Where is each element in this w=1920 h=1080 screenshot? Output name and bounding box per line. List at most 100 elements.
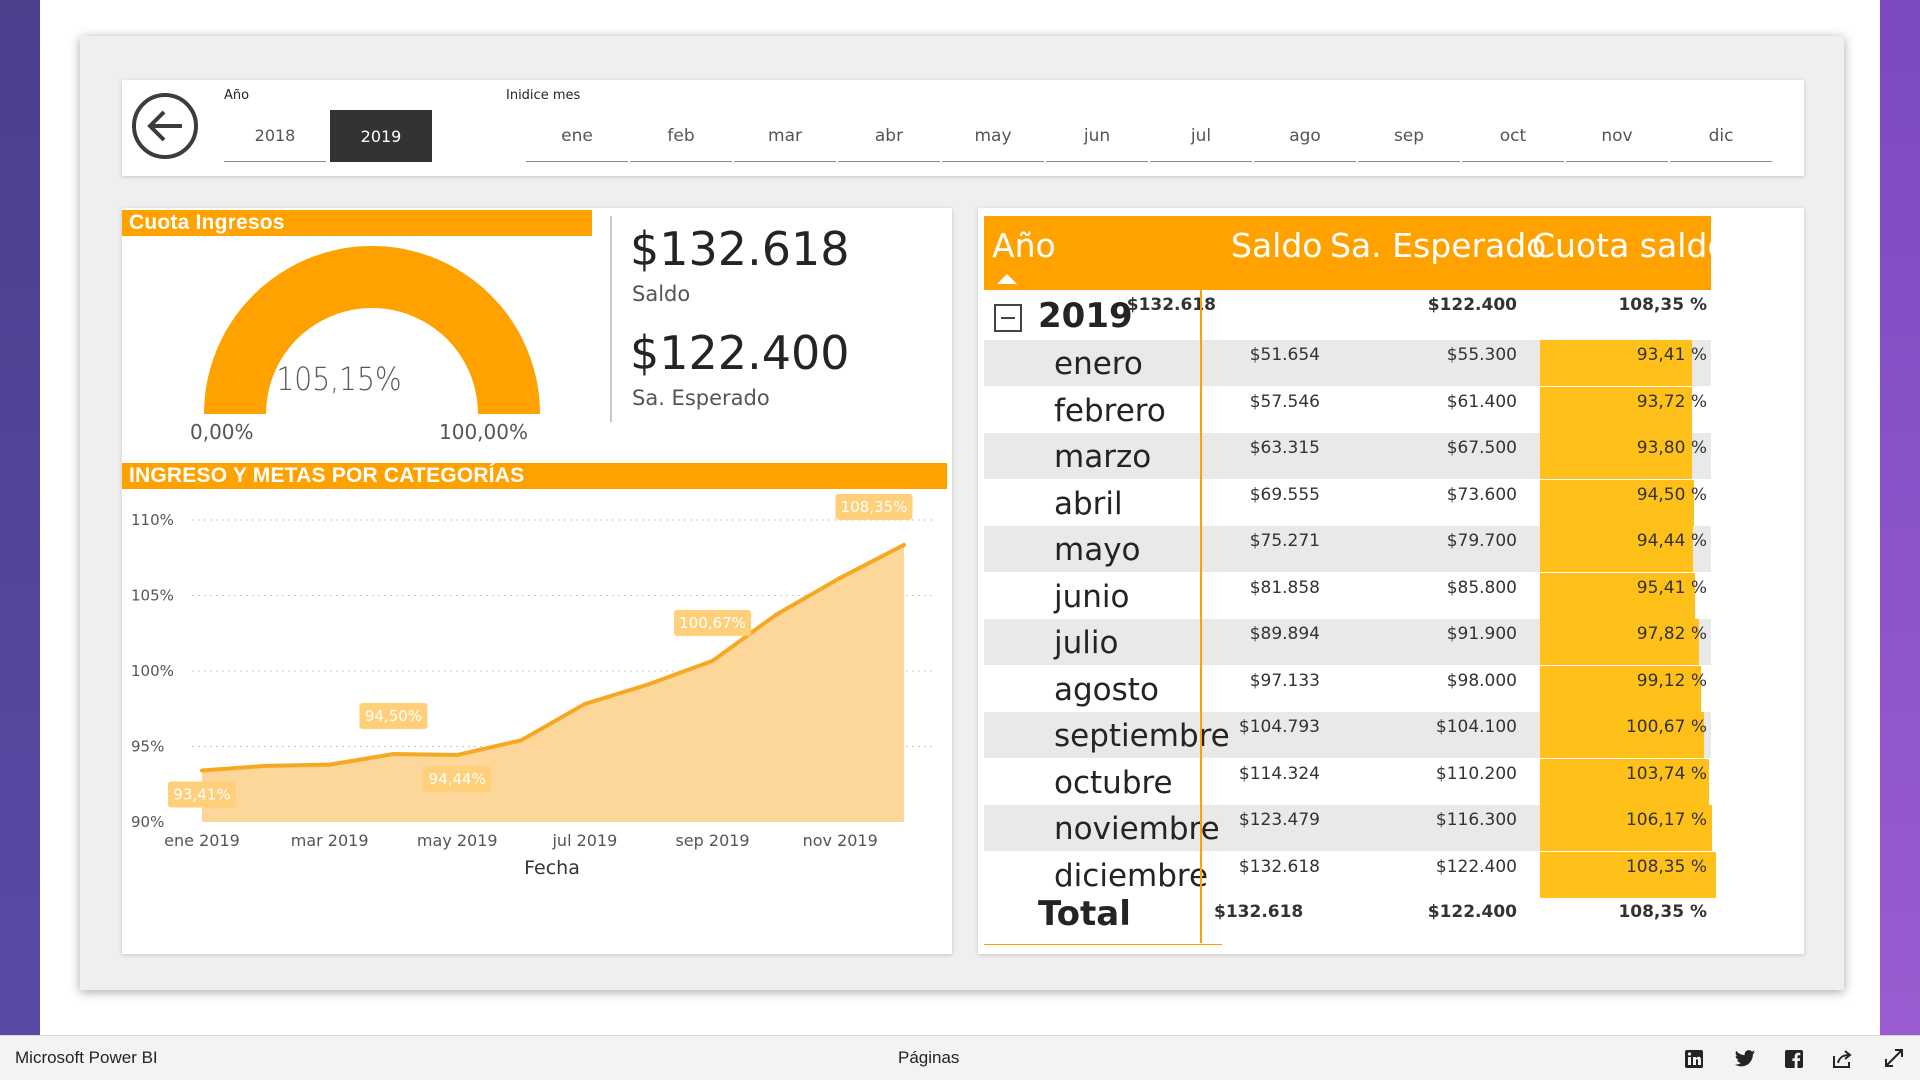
gauge	[182, 246, 562, 430]
month-label: junio	[1054, 578, 1130, 615]
esperado-cell: $73.600	[1446, 484, 1517, 505]
header-ano[interactable]: Año	[992, 226, 1056, 265]
year-option-2019[interactable]: 2019	[330, 110, 432, 162]
pages-button[interactable]: Páginas	[898, 1048, 959, 1068]
year-row-label: 2019	[1038, 296, 1133, 336]
esperado-cell: $79.700	[1446, 531, 1517, 551]
y-tick-label: 105%	[131, 587, 174, 605]
header-saldo[interactable]: Saldo	[1231, 226, 1322, 265]
x-tick-label: may 2019	[417, 831, 498, 850]
cuota-cell: 93,80 %	[1636, 438, 1707, 458]
y-tick-label: 90%	[131, 813, 164, 831]
y-tick-label: 95%	[131, 738, 164, 756]
month-label: febrero	[1054, 392, 1166, 429]
matrix-row-mayo: mayo $75.271 $79.700 94,44 %	[984, 526, 1711, 572]
matrix-divider	[1200, 290, 1202, 943]
saldo-cell: $69.555	[1249, 484, 1320, 505]
total-row-label: Total	[1038, 894, 1131, 934]
month-option-sep[interactable]: sep	[1358, 110, 1460, 162]
total-row-cuota: 108,35 %	[1618, 902, 1707, 922]
matrix-row-noviembre: noviembre $123.479 $116.300 106,17 %	[984, 805, 1713, 851]
matrix-row-marzo: marzo $63.315 $67.500 93,80 %	[984, 433, 1711, 479]
month-option-feb[interactable]: feb	[630, 110, 732, 162]
esperado-cell: $98.000	[1446, 670, 1517, 691]
month-label: octubre	[1054, 764, 1173, 801]
month-label: abril	[1054, 485, 1123, 522]
month-option-ene[interactable]: ene	[526, 110, 628, 162]
esperado-cell: $85.800	[1446, 577, 1517, 598]
esperado-cell: $104.100	[1435, 717, 1517, 737]
cuota-cell: 108,35 %	[1625, 856, 1707, 877]
month-option-may[interactable]: may	[942, 110, 1044, 162]
matrix-row-enero: enero $51.654 $55.300 93,41 %	[984, 340, 1711, 386]
collapse-icon[interactable]	[994, 304, 1022, 332]
cuota-cell: 100,67 %	[1625, 717, 1707, 737]
month-option-oct[interactable]: oct	[1462, 110, 1564, 162]
sort-ascending-icon[interactable]	[996, 272, 1018, 286]
matrix-row-octubre: octubre $114.324 $110.200 103,74 %	[984, 758, 1711, 805]
month-label: septiembre	[1054, 718, 1230, 754]
month-option-ago[interactable]: ago	[1254, 110, 1356, 162]
kpi-saldo-label: Saldo	[632, 282, 691, 306]
header-esperado[interactable]: Sa. Esperado	[1330, 226, 1546, 265]
esperado-cell: $91.900	[1446, 624, 1517, 644]
x-axis-label: Fecha	[524, 857, 580, 879]
cuota-cell: 93,72 %	[1636, 391, 1707, 412]
month-label: mayo	[1054, 532, 1141, 568]
month-label: marzo	[1054, 439, 1152, 475]
back-button[interactable]	[132, 93, 198, 159]
kpi-esperado-value: $122.400	[630, 326, 850, 380]
data-label: 93,41%	[173, 786, 230, 804]
linkedin-icon[interactable]	[1684, 1049, 1704, 1069]
cuota-cell: 99,12 %	[1636, 670, 1707, 691]
report-canvas: Año 2018 2019 Inidice mes ene feb mar abr ma…	[80, 36, 1844, 990]
month-slicer-title: Inidice mes	[506, 88, 581, 103]
month-option-abr[interactable]: abr	[838, 110, 940, 162]
data-point	[838, 575, 843, 580]
left-accent-bar	[0, 0, 40, 1035]
month-option-nov[interactable]: nov	[1566, 110, 1668, 162]
month-option-jun[interactable]: jun	[1046, 110, 1148, 162]
saldo-cell: $57.546	[1249, 391, 1320, 412]
month-option-jul[interactable]: jul	[1150, 110, 1252, 162]
gauge-value: 105,15%	[276, 360, 402, 398]
month-option-dic[interactable]: dic	[1670, 110, 1772, 162]
matrix-row-julio: julio $89.894 $91.900 97,82 %	[984, 619, 1711, 665]
data-point	[710, 658, 715, 663]
month-label: julio	[1054, 625, 1119, 661]
month-option-mar[interactable]: mar	[734, 110, 836, 162]
year-row-cuota: 108,35 %	[1618, 295, 1707, 315]
share-icon[interactable]	[1832, 1049, 1854, 1069]
x-tick-label: nov 2019	[803, 831, 878, 850]
area-fill	[202, 544, 904, 822]
esperado-cell: $61.400	[1446, 391, 1517, 412]
cuota-cell: 103,74 %	[1625, 763, 1707, 784]
gauge-max-label: 100,00%	[439, 420, 528, 444]
data-point	[582, 701, 587, 706]
cuota-cell: 97,82 %	[1636, 624, 1707, 644]
saldo-cell: $114.324	[1238, 763, 1320, 784]
brand-link[interactable]: Microsoft Power BI	[15, 1048, 158, 1068]
saldo-cell: $51.654	[1249, 345, 1320, 365]
month-label: noviembre	[1054, 811, 1220, 847]
fullscreen-icon[interactable]	[1884, 1048, 1904, 1068]
data-label: 94,44%	[429, 770, 486, 788]
matrix-row-septiembre: septiembre $104.793 $104.100 100,67 %	[984, 712, 1711, 758]
x-tick-label: sep 2019	[675, 831, 749, 850]
y-tick-label: 110%	[131, 511, 174, 529]
gauge-min-label: 0,00%	[190, 420, 254, 444]
cuota-cell: 106,17 %	[1625, 810, 1707, 830]
twitter-icon[interactable]	[1734, 1049, 1756, 1069]
arrow-left-icon	[147, 110, 182, 142]
header-cuota[interactable]: Cuota saldo	[1532, 226, 1728, 265]
facebook-icon[interactable]	[1784, 1049, 1804, 1069]
year-option-2018[interactable]: 2018	[224, 110, 326, 162]
data-label: 100,67%	[679, 614, 746, 632]
data-point	[391, 752, 396, 757]
left-panel: Cuota Ingresos 105,15% 0,00% 100,00% $13…	[122, 208, 952, 954]
total-row-saldo: $132.618	[1214, 902, 1304, 922]
matrix-panel: Año Saldo Sa. Esperado Cuota saldo 2019 …	[978, 208, 1804, 954]
footer-bar: Microsoft Power BI Páginas	[0, 1035, 1920, 1080]
data-point	[519, 738, 524, 743]
kpi-esperado-label: Sa. Esperado	[632, 386, 770, 410]
